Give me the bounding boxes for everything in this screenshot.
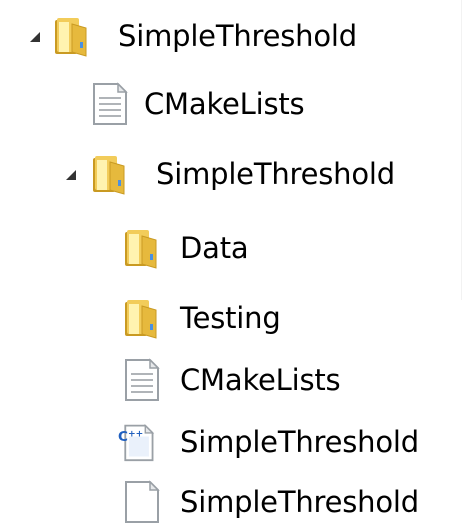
tree-item-testing[interactable]: Testing bbox=[0, 290, 462, 346]
svg-text:C: C bbox=[118, 429, 128, 445]
cpp-file-icon: C ++ bbox=[118, 423, 155, 462]
expand-arrow-icon[interactable] bbox=[28, 30, 42, 44]
blank-file-icon bbox=[125, 480, 160, 523]
tree-item-simplethreshold-root[interactable]: SimpleThreshold bbox=[0, 8, 462, 64]
tree-item-label: SimpleThreshold bbox=[156, 157, 395, 191]
tree-item-label: SimpleThreshold bbox=[180, 485, 419, 519]
svg-text:++: ++ bbox=[128, 430, 143, 440]
tree-item-data[interactable]: Data bbox=[0, 220, 462, 276]
tree-item-cmakelists-root[interactable]: CMakeLists bbox=[0, 76, 462, 132]
tree-item-label: SimpleThreshold bbox=[118, 19, 357, 53]
folder-icon bbox=[125, 230, 157, 269]
tree-item-label: Testing bbox=[180, 301, 281, 335]
folder-icon bbox=[125, 300, 157, 339]
folder-icon bbox=[93, 156, 125, 195]
tree-item-label: CMakeLists bbox=[144, 87, 305, 121]
tree-item-label: CMakeLists bbox=[180, 363, 341, 397]
file-tree: SimpleThreshold CMakeLists SimpleThresho… bbox=[0, 0, 462, 528]
expand-arrow-icon[interactable] bbox=[64, 168, 78, 182]
tree-item-cmakelists-sub[interactable]: CMakeLists bbox=[0, 352, 462, 408]
tree-item-simplethreshold-subfolder[interactable]: SimpleThreshold bbox=[0, 146, 462, 202]
text-file-icon bbox=[93, 82, 128, 125]
text-file-icon bbox=[125, 358, 160, 401]
tree-item-simplethreshold-file[interactable]: SimpleThreshold bbox=[0, 474, 462, 528]
folder-icon bbox=[55, 18, 87, 57]
tree-item-label: Data bbox=[180, 231, 249, 265]
tree-item-simplethreshold-cpp[interactable]: C ++ SimpleThreshold bbox=[0, 414, 462, 470]
tree-item-label: SimpleThreshold bbox=[180, 425, 419, 459]
